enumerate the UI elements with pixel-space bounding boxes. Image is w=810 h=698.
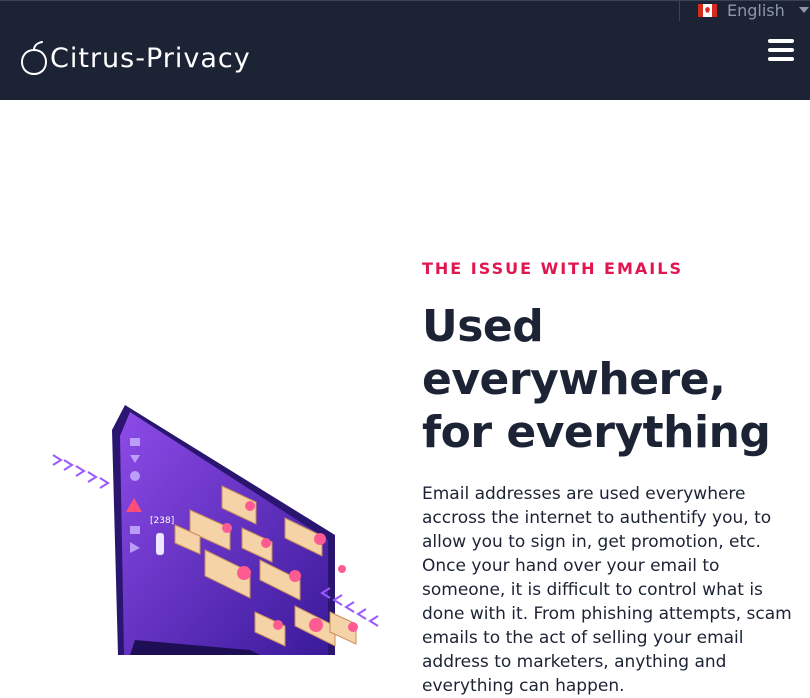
section-body: Email addresses are used everywhere accr…: [422, 484, 792, 696]
top-navbar: English Citrus-Privacy: [0, 0, 810, 100]
canada-flag-icon: [698, 3, 717, 17]
svg-text:[238]: [238]: [150, 516, 174, 526]
email-issue-section: THE ISSUE WITH EMAILS Used everywhere, f…: [422, 258, 792, 698]
language-divider: [679, 1, 680, 21]
brand-logo-link[interactable]: Citrus-Privacy: [20, 41, 251, 75]
email-overload-monitor-illustration: [238]: [50, 400, 385, 655]
section-eyebrow: THE ISSUE WITH EMAILS: [422, 259, 683, 278]
brand-name: Citrus-Privacy: [50, 42, 251, 74]
hamburger-menu-icon[interactable]: [768, 39, 794, 61]
language-selector[interactable]: English: [698, 0, 809, 20]
chevron-down-icon: [798, 7, 809, 13]
section-heading: Used everywhere, for everything: [422, 301, 771, 458]
language-label: English: [727, 0, 785, 20]
citrus-logo-icon: [20, 41, 48, 75]
